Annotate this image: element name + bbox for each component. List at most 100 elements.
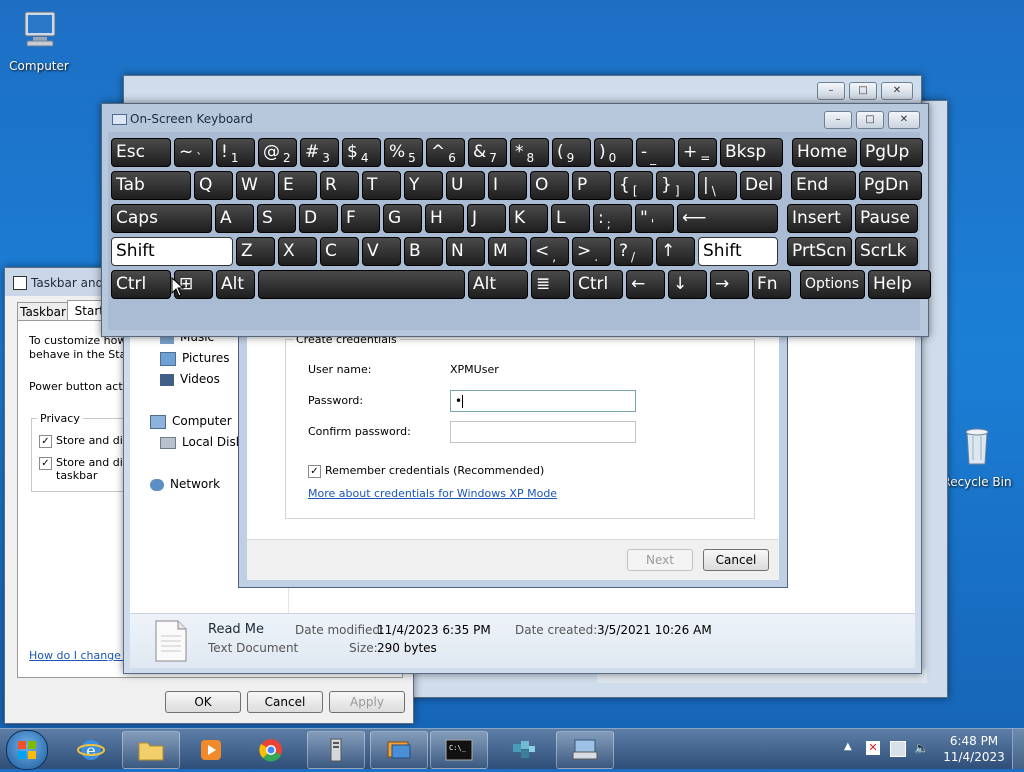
osk-key-sym0-11[interactable]: ) 0	[594, 138, 633, 167]
osk-key-sym3-8[interactable]: <,	[530, 237, 569, 266]
osk-key-a[interactable]: A	[215, 204, 254, 233]
osk-key-pgup[interactable]: PgUp	[860, 138, 923, 167]
osk-key-z[interactable]: Z	[236, 237, 275, 266]
osk-key-i[interactable]: I	[488, 171, 527, 200]
osk-key-sym2-11[interactable]: " '	[635, 204, 674, 233]
next-button[interactable]: Next	[627, 549, 693, 571]
osk-key-alt[interactable]: Alt	[216, 270, 255, 299]
cancel-button[interactable]: Cancel	[247, 691, 323, 713]
osk-key-shift[interactable]: Shift	[111, 237, 233, 266]
osk-key-help[interactable]: Help	[868, 270, 931, 299]
osk-key-p[interactable]: P	[572, 171, 611, 200]
network-tray-icon[interactable]	[890, 741, 906, 757]
osk-key-u[interactable]: U	[446, 171, 485, 200]
store-recent-programs-checkbox[interactable]: ✓ Store and disp	[39, 434, 136, 448]
taskbar-installer[interactable]	[494, 731, 552, 769]
osk-key-insert[interactable]: Insert	[787, 204, 852, 233]
remember-credentials-checkbox[interactable]: ✓ Remember credentials (Recommended)	[308, 464, 544, 478]
osk-key-sym0-4[interactable]: #3	[300, 138, 339, 167]
osk-key-home[interactable]: Home	[792, 138, 857, 167]
osk-key-sym0-12[interactable]: - _	[636, 138, 675, 167]
osk-key-c[interactable]: C	[320, 237, 359, 266]
nav-item-network[interactable]: Network	[150, 477, 220, 491]
osk-key-sym4-5[interactable]: ≣	[531, 270, 570, 299]
nav-item-local-disk[interactable]: Local Disk	[160, 435, 243, 449]
cancel-button[interactable]: Cancel	[703, 549, 769, 571]
osk-key-sym0-13[interactable]: + =	[678, 138, 717, 167]
minimize-button[interactable]: –	[817, 82, 845, 100]
osk-key-sym0-1[interactable]: ~ `	[174, 138, 213, 167]
taskbar-virtual-pc[interactable]	[370, 731, 428, 769]
osk-key-alt[interactable]: Alt	[468, 270, 528, 299]
osk-key-t[interactable]: T	[362, 171, 401, 200]
osk-key-d[interactable]: D	[299, 204, 338, 233]
osk-key-v[interactable]: V	[362, 237, 401, 266]
osk-key-prtscn[interactable]: PrtScn	[787, 237, 852, 266]
osk-key-sym0-7[interactable]: ^ 6	[426, 138, 465, 167]
osk-key-f[interactable]: F	[341, 204, 380, 233]
osk-key-g[interactable]: G	[383, 204, 422, 233]
taskbar-command-prompt[interactable]: C:\_	[430, 731, 488, 769]
osk-key-tab[interactable]: Tab	[111, 171, 191, 200]
osk-key-sym4-9[interactable]: →	[710, 270, 749, 299]
osk-key-caps[interactable]: Caps	[111, 204, 212, 233]
maximize-button[interactable]: □	[849, 82, 877, 100]
osk-key-sym3-10[interactable]: ? /	[614, 237, 653, 266]
nav-item-computer[interactable]: Computer	[150, 414, 232, 429]
ok-button[interactable]: OK	[165, 691, 241, 713]
osk-key-sym1-13[interactable]: | \	[698, 171, 737, 200]
nav-item-pictures[interactable]: Pictures	[160, 351, 230, 366]
start-button[interactable]	[6, 730, 48, 770]
osk-key-scrlk[interactable]: ScrLk	[855, 237, 918, 266]
osk-key-end[interactable]: End	[791, 171, 856, 200]
taskbar-on-screen-keyboard[interactable]	[556, 731, 614, 769]
osk-key-sym0-5[interactable]: $4	[342, 138, 381, 167]
computer-desktop-icon[interactable]: Computer	[2, 8, 76, 73]
show-hidden-icons-button[interactable]: ▲	[844, 741, 852, 752]
confirm-password-field[interactable]	[450, 421, 636, 443]
action-center-tray-icon[interactable]: ✕	[866, 741, 880, 755]
osk-key-n[interactable]: N	[446, 237, 485, 266]
taskbar-media-player[interactable]	[182, 731, 240, 769]
osk-key-j[interactable]: J	[467, 204, 506, 233]
taskbar-internet-explorer[interactable]: e	[62, 731, 120, 769]
osk-key-sym1-11[interactable]: {[	[614, 171, 653, 200]
osk-key-b[interactable]: B	[404, 237, 443, 266]
osk-key-space[interactable]	[258, 270, 465, 299]
apply-button[interactable]: Apply	[329, 691, 405, 713]
password-field[interactable]: •	[450, 390, 636, 412]
volume-tray-icon[interactable]: 🔈	[914, 741, 929, 755]
osk-key-del[interactable]: Del	[740, 171, 782, 200]
nav-item-videos[interactable]: Videos	[160, 372, 220, 386]
osk-key-sym0-8[interactable]: & 7	[468, 138, 507, 167]
osk-key-sym4-7[interactable]: ←	[626, 270, 665, 299]
osk-key-h[interactable]: H	[425, 204, 464, 233]
osk-key-w[interactable]: W	[236, 171, 275, 200]
osk-key-ctrl[interactable]: Ctrl	[111, 270, 171, 299]
osk-key-sym2-10[interactable]: :;	[593, 204, 632, 233]
osk-key-sym0-3[interactable]: @2	[258, 138, 297, 167]
store-recent-items-checkbox[interactable]: ✓ Store and disp	[39, 456, 136, 470]
osk-key-shift[interactable]: Shift	[698, 237, 778, 266]
osk-key-s[interactable]: S	[257, 204, 296, 233]
osk-key-sym3-11[interactable]: ↑	[656, 237, 695, 266]
tab-taskbar[interactable]: Taskbar	[17, 302, 69, 322]
osk-key-m[interactable]: M	[488, 237, 527, 266]
more-about-credentials-link[interactable]: More about credentials for Windows XP Mo…	[308, 487, 557, 500]
osk-key-sym0-6[interactable]: % 5	[384, 138, 423, 167]
osk-key-e[interactable]: E	[278, 171, 317, 200]
osk-key-sym0-10[interactable]: (9	[552, 138, 591, 167]
osk-minimize-button[interactable]: –	[824, 111, 852, 129]
osk-key-q[interactable]: Q	[194, 171, 233, 200]
osk-key-bksp[interactable]: Bksp	[720, 138, 783, 167]
taskbar-server-app[interactable]	[307, 731, 365, 769]
osk-key-pgdn[interactable]: PgDn	[859, 171, 922, 200]
osk-key-x[interactable]: X	[278, 237, 317, 266]
osk-close-button[interactable]: ✕	[888, 111, 920, 129]
osk-key-sym3-9[interactable]: >.	[572, 237, 611, 266]
osk-key-y[interactable]: Y	[404, 171, 443, 200]
osk-key-ctrl[interactable]: Ctrl	[573, 270, 623, 299]
close-button[interactable]: ✕	[881, 82, 913, 100]
help-link[interactable]: How do I change th	[29, 649, 136, 662]
osk-key-sym0-9[interactable]: * 8	[510, 138, 549, 167]
